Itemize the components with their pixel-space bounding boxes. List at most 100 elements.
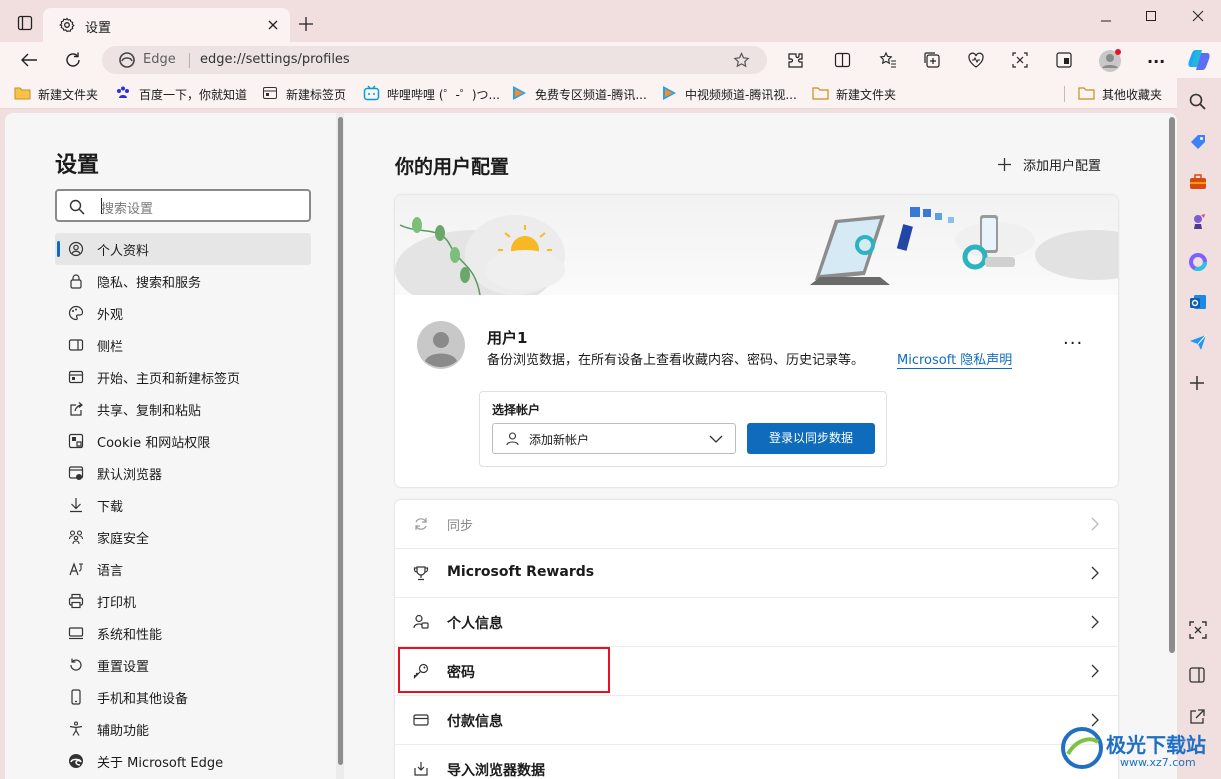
- nav-family[interactable]: 家庭安全: [55, 521, 311, 553]
- tencent-video-icon: [661, 85, 677, 101]
- reset-icon: [68, 657, 84, 673]
- row-personal-info[interactable]: 个人信息: [395, 598, 1118, 647]
- folder-icon: [1078, 85, 1095, 100]
- account-select[interactable]: 添加新帐户: [492, 423, 736, 454]
- back-icon[interactable]: [20, 52, 38, 68]
- baidu-paw-icon: [115, 85, 131, 101]
- outlook-icon[interactable]: [1188, 292, 1208, 312]
- nav-accessibility[interactable]: 辅助功能: [55, 713, 311, 745]
- nav-phone[interactable]: 手机和其他设备: [55, 681, 311, 713]
- search-icon[interactable]: [1188, 92, 1208, 112]
- minimize-icon[interactable]: [1100, 15, 1112, 27]
- profile-icon: [68, 241, 84, 257]
- profile-more-icon[interactable]: ···: [1063, 333, 1083, 354]
- chevron-right-icon: [1090, 516, 1100, 532]
- close-tab-icon[interactable]: [267, 19, 279, 31]
- signin-sync-button[interactable]: 登录以同步数据: [747, 423, 875, 454]
- trophy-icon: [413, 565, 429, 581]
- sidebar-icon: [68, 337, 84, 353]
- avatar: [417, 321, 465, 369]
- microsoft365-icon[interactable]: [1188, 252, 1208, 272]
- nav-printers[interactable]: 打印机: [55, 585, 311, 617]
- screenshot-icon[interactable]: [1011, 51, 1029, 69]
- nav-appearance[interactable]: 外观: [55, 297, 311, 329]
- row-rewards[interactable]: Microsoft Rewards: [395, 549, 1118, 598]
- address-bar[interactable]: Edge edge://settings/profiles: [102, 46, 767, 74]
- nav-cookies[interactable]: Cookie 和网站权限: [55, 425, 311, 457]
- bilibili-icon: [363, 85, 380, 101]
- privacy-link[interactable]: Microsoft 隐私声明: [897, 349, 1013, 369]
- nav-downloads[interactable]: 下载: [55, 489, 311, 521]
- nav-profile[interactable]: 个人资料: [55, 233, 311, 265]
- bookmark-item[interactable]: 新建文件夹: [836, 86, 896, 103]
- tab-actions-icon[interactable]: [17, 15, 33, 31]
- close-window-icon[interactable]: [1192, 10, 1204, 22]
- nav-sidebar[interactable]: 侧栏: [55, 329, 311, 361]
- nav-label: 系统和性能: [97, 628, 163, 643]
- copilot-icon[interactable]: [1187, 49, 1211, 71]
- shopping-tag-icon[interactable]: [1188, 132, 1208, 152]
- lock-icon: [68, 273, 84, 289]
- accessibility-icon: [68, 721, 84, 737]
- bookmark-item[interactable]: 中视频频道-腾讯视...: [685, 86, 797, 103]
- bookmark-item[interactable]: 免费专区频道-腾讯...: [535, 86, 647, 103]
- browser-tab[interactable]: 设置: [43, 8, 290, 42]
- new-tab-icon[interactable]: [298, 16, 314, 32]
- nav-label: 侧栏: [97, 340, 124, 355]
- row-payment[interactable]: 付款信息: [395, 696, 1118, 745]
- screenshot-sidebar-icon[interactable]: [1188, 620, 1208, 640]
- main-scrollbar[interactable]: [1167, 113, 1177, 779]
- other-favorites[interactable]: 其他收藏夹: [1102, 86, 1162, 103]
- more-menu-icon[interactable]: ···: [1147, 52, 1165, 71]
- nav-privacy[interactable]: 隐私、搜索和服务: [55, 265, 311, 297]
- choose-account-label: 选择帐户: [492, 403, 541, 417]
- bookmark-item[interactable]: 新建文件夹: [38, 86, 98, 103]
- nav-label: 关于 Microsoft Edge: [97, 756, 224, 771]
- nav-label: 家庭安全: [97, 532, 150, 547]
- collections-icon[interactable]: [923, 51, 941, 69]
- avatar[interactable]: [1098, 49, 1122, 73]
- settings-page: 设置 搜索设置 个人资料 隐私、搜索和服务 外观 侧栏 开始、主页和新建标签页 …: [5, 113, 1177, 779]
- edge-sidebar: [1177, 78, 1221, 779]
- search-input[interactable]: 搜索设置: [55, 189, 311, 222]
- wallet-icon[interactable]: [1055, 51, 1073, 69]
- browser-icon: [68, 465, 84, 481]
- extensions-icon[interactable]: [787, 52, 804, 69]
- newtab-icon: [262, 85, 278, 101]
- tools-icon[interactable]: [1188, 172, 1208, 192]
- nav-about[interactable]: 关于 Microsoft Edge: [55, 745, 311, 777]
- send-icon[interactable]: [1188, 332, 1208, 352]
- settings-title: 设置: [55, 153, 100, 178]
- add-favorite-icon[interactable]: [733, 52, 750, 69]
- maximize-icon[interactable]: [1145, 10, 1157, 22]
- nav-language[interactable]: 语言: [55, 553, 311, 585]
- browser-essentials-icon[interactable]: [967, 51, 985, 69]
- chevron-right-icon: [1090, 663, 1100, 679]
- profile-description: 备份浏览数据，在所有设备上查看收藏内容、密码、历史记录等。: [487, 353, 865, 368]
- nav-system[interactable]: 系统和性能: [55, 617, 311, 649]
- nav-share[interactable]: 共享、复制和粘贴: [55, 393, 311, 425]
- add-sidebar-app-icon[interactable]: [1188, 374, 1206, 392]
- row-import[interactable]: 导入浏览器数据: [395, 745, 1118, 779]
- palette-icon: [68, 305, 84, 321]
- watermark-title: 极光下载站: [1106, 733, 1206, 757]
- games-icon[interactable]: [1188, 212, 1208, 232]
- split-screen-icon[interactable]: [834, 52, 851, 68]
- tencent-video-icon: [511, 85, 527, 101]
- sidebar-toggle-icon[interactable]: [1188, 666, 1206, 684]
- favorites-icon[interactable]: [879, 51, 897, 69]
- sidebar-scrollbar[interactable]: [336, 113, 344, 779]
- family-icon: [68, 529, 84, 545]
- nav-reset[interactable]: 重置设置: [55, 649, 311, 681]
- nav-default-browser[interactable]: 默认浏览器: [55, 457, 311, 489]
- bookmark-item[interactable]: 新建标签页: [286, 86, 346, 103]
- nav-start-home[interactable]: 开始、主页和新建标签页: [55, 361, 311, 393]
- watermark-url: www.xz7.com: [1120, 756, 1196, 769]
- add-profile-button[interactable]: 添加用户配置: [995, 154, 1115, 176]
- nav-label: 辅助功能: [97, 724, 150, 739]
- bookmark-item[interactable]: 百度一下，你就知道: [139, 86, 247, 103]
- bookmark-item[interactable]: 哔哩哔哩 (゜-゜)つ...: [387, 86, 500, 103]
- refresh-icon[interactable]: [64, 51, 82, 69]
- chevron-right-icon: [1090, 614, 1100, 630]
- profile-card: 用户1 备份浏览数据，在所有设备上查看收藏内容、密码、历史记录等。 Micros…: [395, 195, 1118, 487]
